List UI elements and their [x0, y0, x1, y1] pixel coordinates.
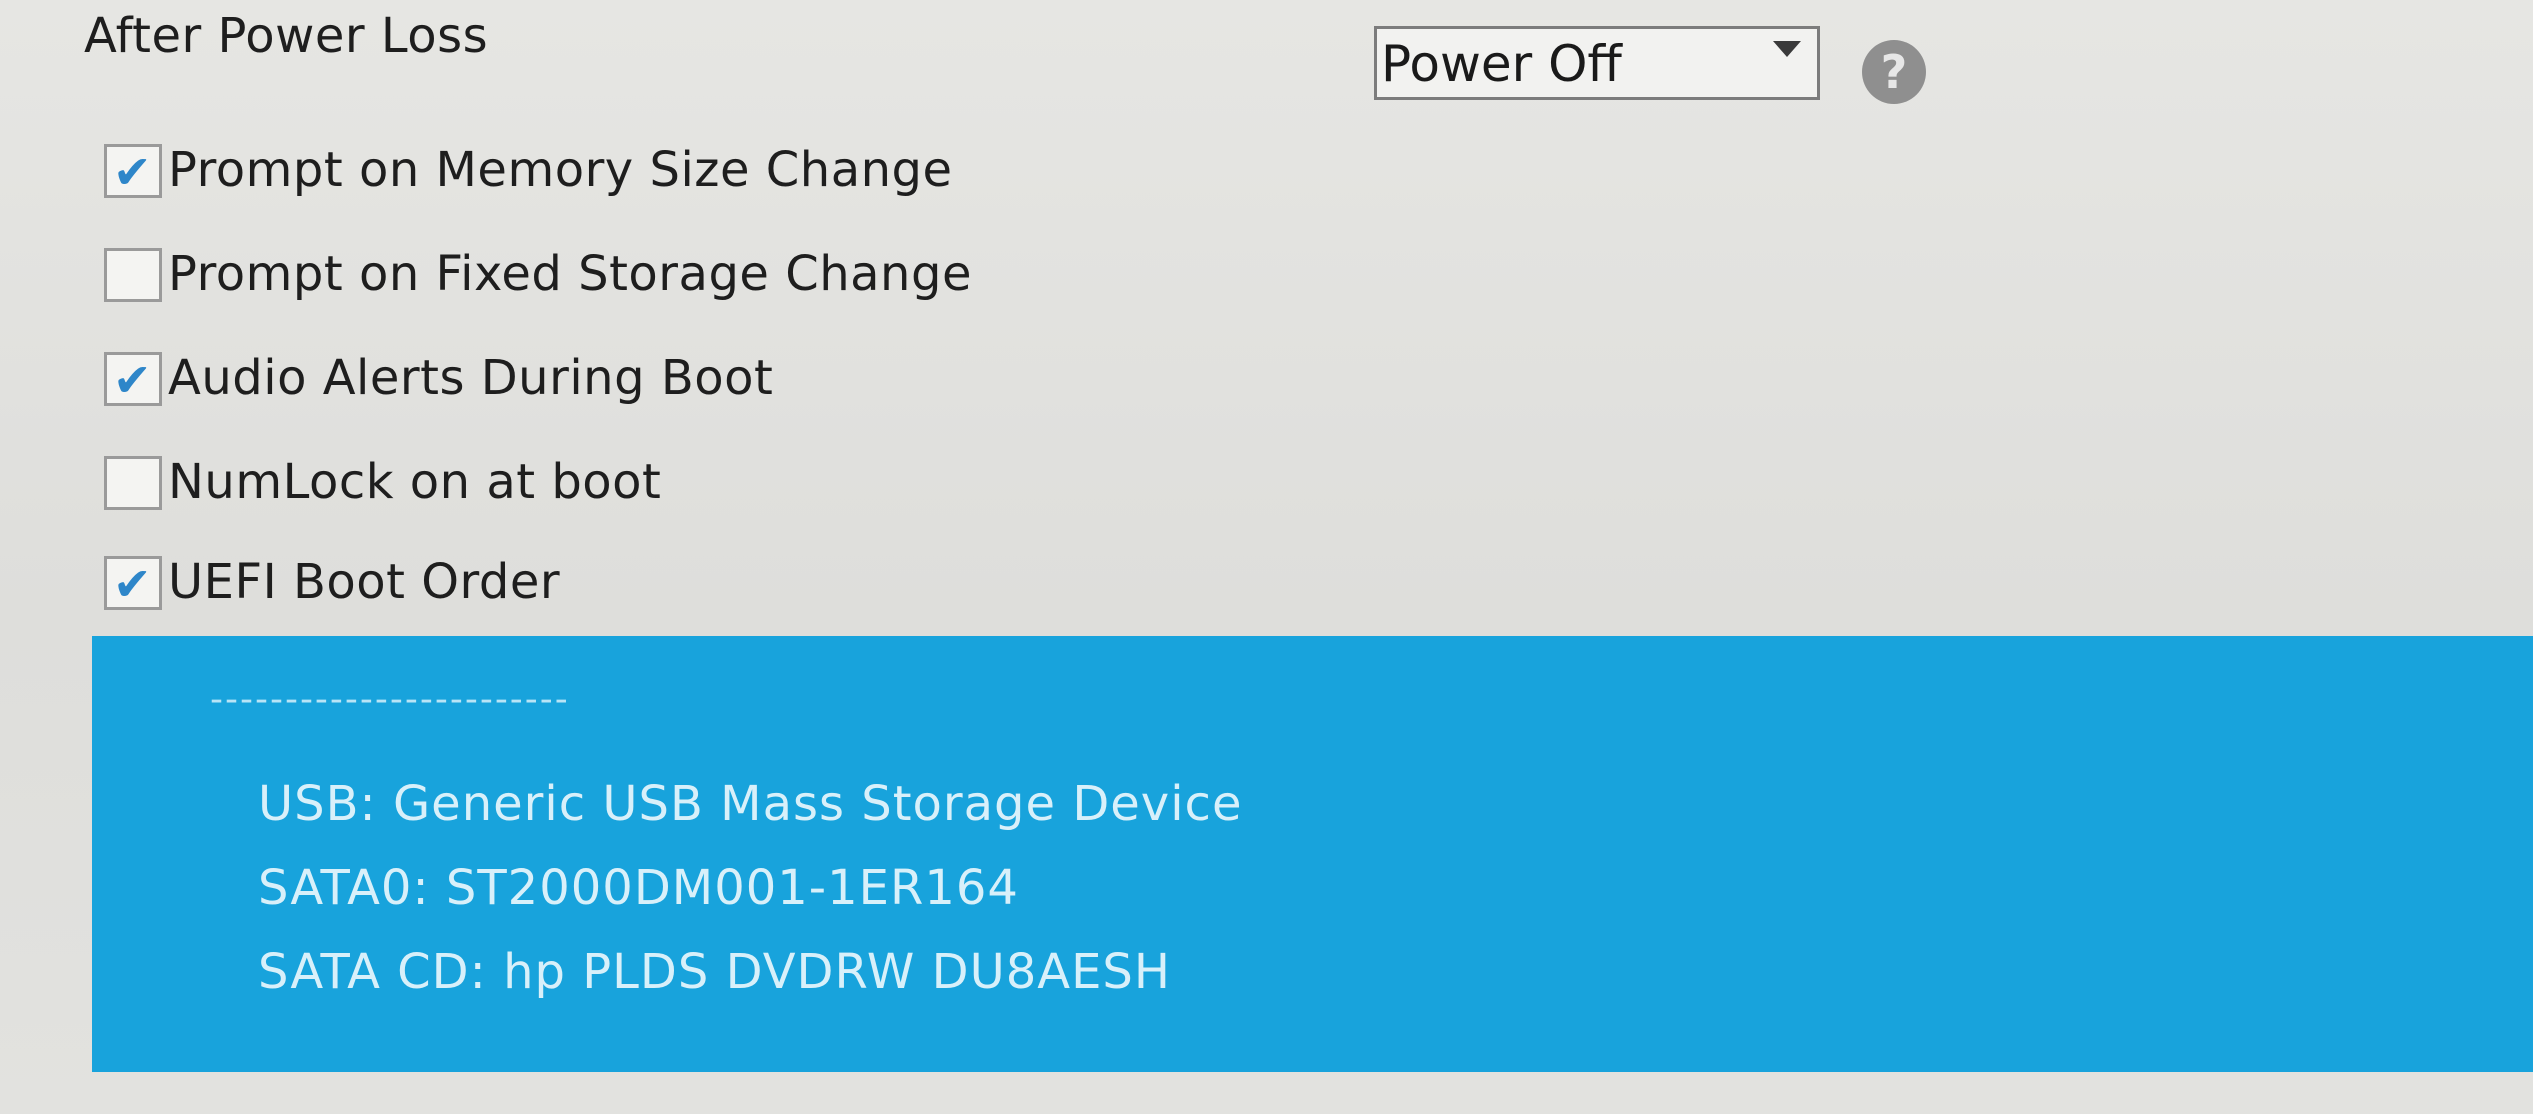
option-label: NumLock on at boot: [168, 454, 662, 510]
boot-item-sata0[interactable]: SATA0: ST2000DM001-1ER164: [258, 858, 1019, 918]
boot-item-usb[interactable]: USB: Generic USB Mass Storage Device: [258, 774, 1242, 834]
help-icon[interactable]: ?: [1862, 40, 1926, 104]
option-label: UEFI Boot Order: [168, 554, 561, 610]
checkbox-numlock[interactable]: [104, 456, 162, 510]
checkmark-icon: ✔: [113, 557, 152, 611]
after-power-loss-value: Power Off: [1381, 35, 1622, 93]
option-label: Audio Alerts During Boot: [168, 350, 774, 406]
uefi-boot-order-list[interactable]: ------------------------ USB: Generic US…: [92, 636, 2533, 1072]
option-label: Prompt on Memory Size Change: [168, 142, 953, 198]
after-power-loss-label: After Power Loss: [84, 8, 489, 64]
checkbox-audio-alerts[interactable]: ✔: [104, 352, 162, 406]
checkbox-uefi-boot-order[interactable]: ✔: [104, 556, 162, 610]
after-power-loss-select[interactable]: Power Off: [1374, 26, 1820, 100]
option-label: Prompt on Fixed Storage Change: [168, 246, 972, 302]
boot-item-sata-cd[interactable]: SATA CD: hp PLDS DVDRW DU8AESH: [258, 942, 1171, 1002]
bios-settings-screen: After Power Loss Power Off ? ✔ Prompt on…: [0, 0, 2533, 1114]
checkbox-fixed-storage-change[interactable]: [104, 248, 162, 302]
checkmark-icon: ✔: [113, 145, 152, 199]
checkmark-icon: ✔: [113, 353, 152, 407]
chevron-down-icon: [1773, 41, 1801, 57]
checkbox-memory-size-change[interactable]: ✔: [104, 144, 162, 198]
boot-order-separator: ------------------------: [210, 679, 570, 720]
